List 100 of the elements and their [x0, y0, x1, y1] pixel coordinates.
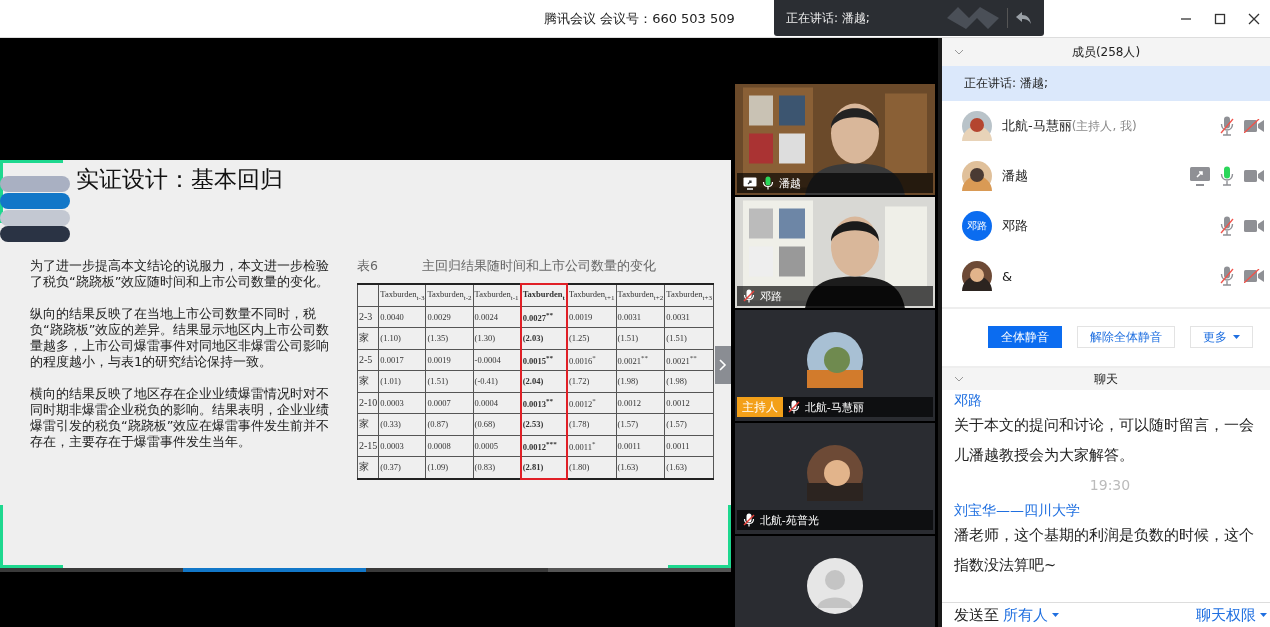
table-cell: (1.98) — [616, 370, 665, 392]
table-cell: 0.0008 — [425, 435, 474, 457]
host-badge: 主持人 — [736, 397, 783, 417]
chat-sender: 刘宝华——四川大学 — [954, 501, 1082, 520]
table-cell: (1.10) — [378, 327, 426, 349]
collapse-icon[interactable] — [954, 49, 965, 55]
table-cell: (1.98) — [664, 370, 714, 392]
table-cell: (0.37) — [378, 456, 426, 479]
chat-sender: 邓路 — [954, 391, 984, 410]
column-header: Taxburden$_{t-2}$ — [425, 284, 474, 306]
caret-icon — [1052, 613, 1060, 617]
table-cell: 0.0012 — [616, 392, 665, 414]
column-header: Taxburden$_{t+1}$ — [566, 284, 617, 306]
table-cell: 0.0011 — [664, 435, 714, 457]
column-header: Taxburden$_{t-3}$ — [378, 284, 426, 306]
participant-name: 北航-苑普光 — [759, 512, 819, 528]
table-cell: 0.0011 — [616, 435, 665, 457]
member-name[interactable]: 邓路 — [1002, 217, 1029, 235]
camera-off-icon[interactable] — [1244, 119, 1264, 133]
row-label: 家 — [357, 370, 379, 392]
table-caption: 主回归结果随时间和上市公司数量的变化 — [421, 258, 656, 275]
table-cell: 0.0015$^{**}$ — [520, 349, 567, 371]
chat-message: 关于本文的提问和讨论，可以随时留言，一会儿潘越教授会为大家解答。 — [954, 416, 1256, 465]
table-cell: (1.80) — [566, 456, 617, 479]
table-cell: (2.03) — [520, 327, 567, 349]
table-cell: 0.0003 — [378, 392, 426, 414]
table-cell: 0.0012$^{***}$ — [520, 435, 567, 457]
recipient-dropdown[interactable]: 所有人 — [999, 605, 1060, 625]
slide-title: 实证设计：基本回归 — [76, 165, 283, 194]
close-icon[interactable] — [1248, 12, 1260, 25]
member-name[interactable]: 北航-马慧丽 — [1002, 117, 1072, 135]
muted-mic-icon[interactable] — [1220, 116, 1234, 136]
table-cell: 0.0040 — [378, 306, 426, 328]
table-cell: 0.0003 — [378, 435, 426, 457]
table-cell: 0.0012$^{*}$ — [566, 392, 617, 414]
mic-icon[interactable] — [1220, 166, 1234, 186]
row-label: 2-5 — [357, 349, 379, 371]
table-cell: 0.0021$^{**}$ — [664, 349, 714, 371]
muted-mic-icon[interactable] — [1220, 216, 1234, 236]
action-button[interactable]: 更多 — [1190, 326, 1254, 348]
table-cell: (1.72) — [566, 370, 617, 392]
camera-icon[interactable] — [1244, 219, 1264, 233]
table-cell: (2.53) — [520, 413, 567, 435]
collapse-icon[interactable] — [954, 376, 965, 382]
table-cell: 0.0027$^{**}$ — [520, 306, 567, 328]
table-cell: (1.09) — [425, 456, 474, 479]
member-name[interactable]: 潘越 — [1002, 167, 1029, 185]
participant-name: 北航-马慧丽 — [804, 399, 864, 415]
member-name[interactable]: & — [1002, 268, 1013, 284]
participant-name: 潘越 — [778, 175, 801, 191]
table-cell: (1.51) — [664, 327, 714, 349]
chat-title: 聊天 — [1094, 371, 1118, 386]
table-cell: (2.04) — [520, 370, 567, 392]
row-label: 2-10 — [357, 392, 379, 414]
speaking-text: 正在讲话: 潘越; — [786, 9, 870, 27]
expand-handle[interactable] — [715, 346, 731, 384]
table-cell: (0.33) — [378, 413, 426, 435]
row-label: 家 — [357, 327, 379, 349]
column-header: Taxburden$_{t+3}$ — [664, 284, 714, 306]
camera-off-icon[interactable] — [1244, 269, 1264, 283]
row-label: 2-15 — [357, 435, 379, 457]
column-header: Taxburden$_{t+2}$ — [616, 284, 665, 306]
return-icon[interactable] — [1016, 11, 1032, 25]
table-cell: 0.0031 — [616, 306, 665, 328]
maximize-icon[interactable] — [1214, 12, 1226, 25]
table-cell: (1.78) — [566, 413, 617, 435]
chat-time: 19:30 — [1088, 476, 1132, 495]
table-cell: 0.0031 — [664, 306, 714, 328]
table-cell: 0.0013$^{**}$ — [520, 392, 567, 414]
action-button[interactable]: 全体静音 — [988, 326, 1063, 348]
send-label: 发送至 — [954, 605, 1000, 625]
table-cell: 0.0011$^{*}$ — [566, 435, 617, 457]
member-role: (主持人, 我) — [1071, 117, 1137, 135]
table-cell: 0.0016$^{*}$ — [566, 349, 617, 371]
caret-icon — [1233, 335, 1241, 339]
caret-icon — [1260, 613, 1267, 617]
window-title: 腾讯会议 会议号：660 503 509 — [544, 9, 735, 28]
table-cell: 0.0012 — [664, 392, 714, 414]
table-label: 表6 — [357, 258, 378, 275]
muted-mic-icon[interactable] — [1220, 266, 1234, 286]
row-label: 2-3 — [357, 306, 379, 328]
table-cell: (1.57) — [664, 413, 714, 435]
camera-icon[interactable] — [1244, 169, 1264, 183]
row-label: 家 — [357, 413, 379, 435]
avatar: 邓路 — [962, 211, 993, 241]
logo-icon — [947, 7, 999, 29]
action-button[interactable]: 解除全体静音 — [1077, 326, 1176, 348]
chat-message: 潘老师，这个基期的利润是负数的时候，这个指数没法算吧~ — [954, 526, 1256, 575]
column-header: Taxburden$_{t}$ — [520, 284, 567, 306]
table-cell: (1.01) — [378, 370, 426, 392]
row-label: 家 — [357, 456, 379, 479]
paragraph: 纵向的结果反映了在当地上市公司数量不同时，税负“跷跷板”效应的差异。结果显示地区内上市公司数量越多，上市公司爆雷事件对同地区非爆雷公司影响的程度越小，与表1的研究结论保持一致。 — [30, 306, 331, 370]
table-cell: 0.0007 — [425, 392, 474, 414]
table-cell: (1.57) — [616, 413, 665, 435]
paragraph: 为了进一步提高本文结论的说服力，本文进一步检验了税负“跷跷板”效应随时间和上市公司数量的变化。 — [30, 258, 331, 290]
table-cell: (1.51) — [425, 370, 474, 392]
table-cell: 0.0019 — [566, 306, 617, 328]
chat-permissions-dropdown[interactable]: 聊天权限 — [1192, 605, 1267, 625]
table-cell: 0.0029 — [425, 306, 474, 328]
table-cell: 0.0021$^{**}$ — [616, 349, 665, 371]
